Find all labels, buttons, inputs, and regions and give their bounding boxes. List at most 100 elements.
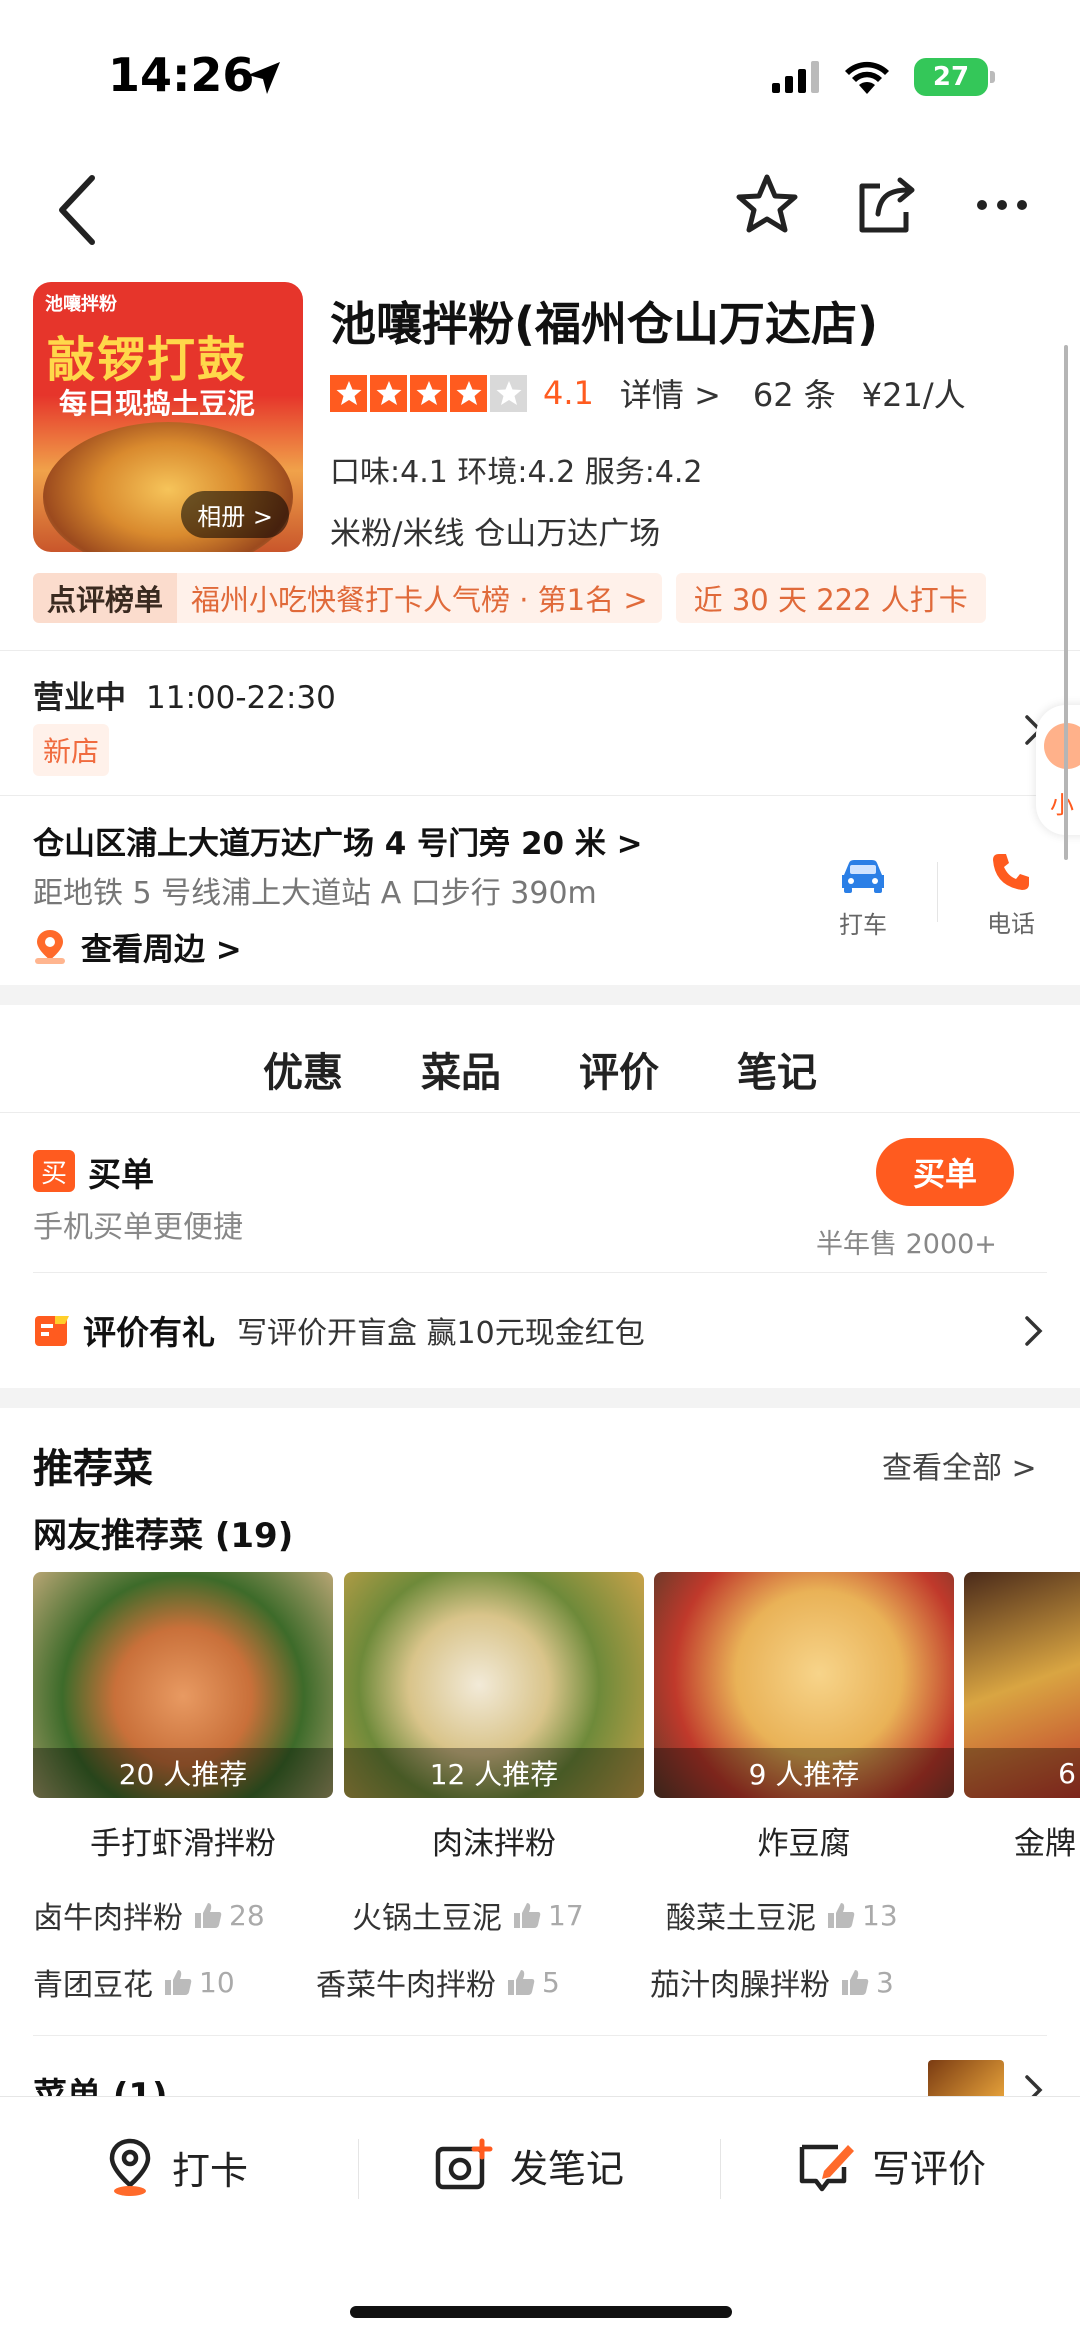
view-all-link[interactable]: 查看全部 >: [882, 1443, 1037, 1487]
wifi-icon: [845, 61, 889, 94]
dish-chip-name: 茄汁肉臊拌粉: [650, 1968, 830, 2003]
like-count-value: 3: [876, 1965, 894, 1999]
like-count-value: 10: [199, 1965, 235, 1999]
map-pin-icon: [35, 929, 65, 964]
car-icon: [842, 860, 884, 893]
tab-bar: 优惠 菜品 评价 笔记: [0, 1040, 1080, 1108]
cover-subslogan: 每日现捣土豆泥: [59, 387, 256, 420]
rank-badge[interactable]: 点评榜单 福州小吃快餐打卡人气榜 · 第1名 >: [33, 573, 662, 623]
checkin-pin-icon: [109, 2138, 151, 2196]
like-count: 28: [193, 1899, 265, 1932]
post-note-label: 发笔记: [510, 2146, 625, 2191]
review-gift-title: 评价有礼: [83, 1313, 215, 1352]
dish-name: 金牌: [1014, 1826, 1076, 1862]
tab-reviews[interactable]: 评价: [579, 1040, 659, 1108]
dish-recommend-count: 9 人推荐: [654, 1748, 954, 1798]
write-review-button[interactable]: 写评价: [798, 2137, 986, 2193]
tab-dishes[interactable]: 菜品: [421, 1040, 501, 1108]
dish-card[interactable]: 6 金牌: [964, 1572, 1080, 1863]
dish-chip[interactable]: 青团豆花 10: [33, 1960, 235, 2004]
post-note-button[interactable]: 发笔记: [434, 2137, 624, 2193]
review-count: 62 条: [752, 376, 836, 414]
dish-card[interactable]: 9 人推荐 炸豆腐: [654, 1572, 954, 1863]
divider: [33, 1272, 1047, 1273]
open-status: 营业中: [33, 680, 126, 716]
rating-value: 4.1: [543, 374, 594, 412]
like-count: 3: [840, 1966, 894, 1999]
hours-time: 11:00-22:30: [146, 680, 336, 716]
rank-label: 点评榜单: [33, 573, 178, 623]
like-count: 13: [826, 1899, 898, 1932]
buy-description: 手机买单更便捷: [33, 1210, 243, 1245]
dish-chip[interactable]: 酸菜土豆泥 13: [666, 1893, 898, 1937]
dish-card[interactable]: 20 人推荐 手打虾滑拌粉: [33, 1572, 333, 1863]
dish-card[interactable]: 12 人推荐 肉沫拌粉: [344, 1572, 644, 1863]
write-review-label: 写评价: [872, 2146, 987, 2191]
buy-button[interactable]: 买单: [876, 1138, 1014, 1206]
section-gap: [0, 985, 1080, 1005]
star-filled-icon: [450, 374, 487, 412]
review-gift-row[interactable]: 评价有礼 写评价开盲盒 赢10元现金红包: [33, 1306, 645, 1354]
bottom-action-bar: 打卡 发笔记 写评价: [0, 2096, 1080, 2341]
star-filled-icon: [410, 374, 447, 412]
favorite-star-icon[interactable]: [734, 172, 800, 238]
divider: [0, 795, 1080, 796]
status-icons: 27: [772, 58, 995, 96]
dish-chip[interactable]: 茄汁肉臊拌粉 3: [650, 1960, 894, 2004]
dish-chip[interactable]: 卤牛肉拌粉 28: [33, 1893, 265, 1937]
shop-cover-image[interactable]: 池嚷拌粉 敲锣打鼓 每日现捣土豆泥 相册 >: [33, 282, 303, 552]
cover-brand: 池嚷拌粉: [45, 294, 117, 315]
recommended-subtitle: 网友推荐菜 (19): [33, 1516, 294, 1556]
side-float-widget[interactable]: 小: [1036, 705, 1080, 835]
checkin-label: 打卡: [172, 2148, 249, 2193]
like-count: 10: [163, 1966, 235, 1999]
divider: [0, 650, 1080, 651]
sub-scores: 口味:4.1 环境:4.2 服务:4.2: [330, 455, 703, 490]
home-indicator[interactable]: [350, 2306, 732, 2318]
checkin-button[interactable]: 打卡: [104, 2137, 248, 2197]
like-count-value: 28: [229, 1898, 265, 1932]
album-button[interactable]: 相册 >: [181, 491, 289, 538]
checkin-stat-tag: 近 30 天 222 人打卡: [675, 573, 986, 623]
dish-photo: 6: [964, 1572, 1080, 1798]
tab-notes[interactable]: 笔记: [737, 1040, 817, 1108]
dish-name: 肉沫拌粉: [432, 1826, 556, 1862]
nearby-label: 查看周边 >: [81, 932, 242, 968]
share-icon[interactable]: [856, 174, 918, 236]
dish-recommend-count: 6: [964, 1748, 1080, 1798]
taxi-button[interactable]: 打车: [828, 855, 898, 940]
edit-review-icon: [799, 2144, 854, 2192]
shop-name: 池嚷拌粉(福州仓山万达店): [330, 297, 879, 351]
divider: [937, 862, 938, 922]
nearby-link[interactable]: 查看周边 >: [33, 924, 242, 969]
scrollbar[interactable]: [1064, 345, 1068, 860]
dish-chip-name: 青团豆花: [33, 1968, 153, 2003]
divider: [720, 2139, 721, 2199]
divider: [33, 2035, 1047, 2036]
dish-recommend-count: 20 人推荐: [33, 1748, 333, 1798]
rank-text: 福州小吃快餐打卡人气榜 · 第1名 >: [177, 573, 662, 623]
phone-button[interactable]: 电话: [976, 850, 1046, 939]
tab-discounts[interactable]: 优惠: [259, 1040, 347, 1108]
dish-photo: 20 人推荐: [33, 1572, 333, 1798]
dish-name: 手打虾滑拌粉: [90, 1826, 276, 1862]
menu-thumbnail: [928, 2060, 1004, 2100]
address-line[interactable]: 仓山区浦上大道万达广场 4 号门旁 20 米 >: [33, 818, 643, 863]
details-link[interactable]: 详情 >: [620, 370, 721, 416]
subway-directions: 距地铁 5 号线浦上大道站 A 口步行 390m: [33, 876, 597, 911]
more-icon[interactable]: [974, 195, 1030, 215]
back-arrow-icon[interactable]: [48, 170, 108, 250]
review-gift-desc: 写评价开盲盒 赢10元现金红包: [237, 1316, 645, 1351]
dish-chip[interactable]: 香菜牛肉拌粉 5: [316, 1960, 560, 2004]
gift-flag-icon: [35, 1316, 69, 1346]
phone-label: 电话: [987, 910, 1035, 938]
taxi-label: 打车: [839, 911, 887, 939]
thumbs-up-icon: [842, 1970, 869, 1995]
status-time: 14:26: [108, 48, 255, 102]
thumbs-up-icon: [195, 1903, 222, 1928]
business-hours[interactable]: 营业中 11:00-22:30: [33, 672, 336, 717]
dish-chip[interactable]: 火锅土豆泥 17: [352, 1893, 584, 1937]
phone-icon: [993, 854, 1029, 890]
star-filled-icon: [330, 374, 367, 412]
chevron-right-icon[interactable]: [1022, 1313, 1046, 1349]
